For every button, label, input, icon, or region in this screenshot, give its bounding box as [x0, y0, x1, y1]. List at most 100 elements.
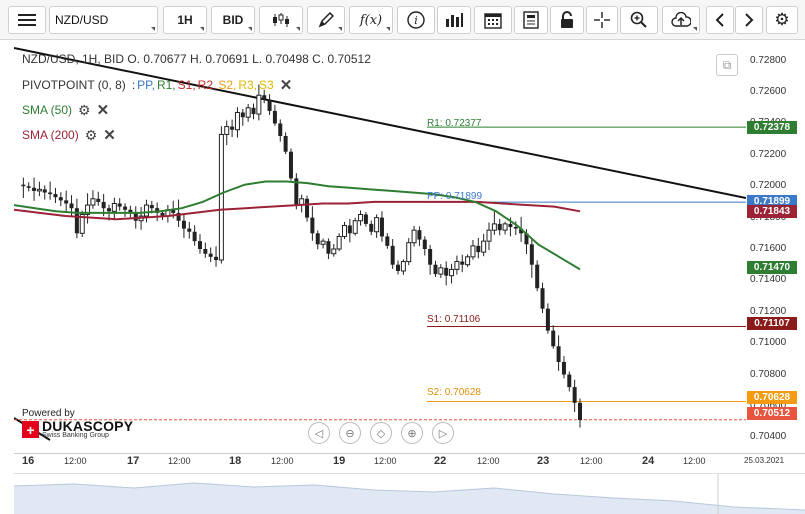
candle-up [465, 256, 471, 266]
candle-up [234, 111, 240, 131]
candle-up [400, 261, 406, 272]
settings-button[interactable]: ⚙ [766, 6, 798, 34]
caret-icon [386, 27, 390, 31]
candle-up [486, 229, 492, 242]
remove-sma50-icon[interactable]: ✕ [97, 101, 110, 119]
pivot-items: : PP, R1, S1, R2, S2, R3, S3 [132, 78, 274, 92]
gear-icon: ⚙ [774, 10, 790, 29]
candle-down [272, 110, 277, 124]
s1-price-tag: 0.71107 [747, 317, 797, 330]
zoom-icon [630, 11, 647, 28]
price-tick: 0.72200 [750, 148, 787, 160]
chart-type-button[interactable] [259, 6, 303, 34]
caret-icon [151, 27, 155, 31]
swiss-cross-icon: + [22, 421, 39, 438]
candle-down [133, 212, 138, 221]
time-tick: 12:00 [580, 456, 603, 466]
chart-area[interactable] [13, 45, 747, 453]
candle-down [460, 261, 465, 265]
candle-down [230, 126, 235, 130]
candle-down [551, 330, 556, 347]
sma200-settings-icon[interactable]: ⚙ [85, 127, 98, 144]
candle-down [497, 223, 502, 231]
candle-down [305, 198, 310, 218]
navigator-preview [13, 474, 805, 514]
fullscreen-button[interactable]: ⧉ [716, 54, 738, 76]
branding[interactable]: Powered by + DUKASCOPY Swiss Banking Gro… [22, 408, 133, 439]
zoom-out-button[interactable]: ⊖ [339, 422, 361, 444]
price-tick: 0.72600 [750, 86, 787, 98]
pivot-name: PIVOTPOINT (0, 8) [22, 78, 126, 92]
candle-up [111, 202, 117, 212]
candle-down [326, 241, 331, 254]
info-button[interactable]: i [397, 6, 435, 34]
candle-up [481, 240, 487, 253]
candle-down [545, 308, 550, 331]
crosshair-icon [594, 12, 610, 28]
dukascopy-logo: + DUKASCOPY Swiss Banking Group [22, 419, 133, 439]
nav-forward-button[interactable]: ▷ [432, 422, 454, 444]
price-tick: 0.72800 [750, 54, 787, 66]
zoom-in-button[interactable]: ⊕ [401, 422, 423, 444]
expand-icon: ⧉ [722, 57, 732, 72]
candle-down [283, 136, 288, 152]
candle-down [267, 99, 272, 111]
sma50-settings-icon[interactable]: ⚙ [78, 102, 91, 119]
lock-button[interactable] [550, 6, 584, 34]
caret-icon [248, 27, 252, 31]
volume-button[interactable] [437, 6, 471, 34]
period-label: 1H [177, 13, 193, 27]
news-button[interactable] [514, 6, 548, 34]
crosshair-button[interactable] [586, 6, 618, 34]
remove-sma200-icon[interactable]: ✕ [103, 126, 116, 144]
toolbar: NZD/USD 1H BID f(x) i ⚙ [0, 0, 805, 40]
navigator[interactable] [13, 473, 805, 514]
candle-down [417, 230, 422, 240]
candle-up [454, 261, 460, 270]
period-select[interactable]: 1H [163, 6, 207, 34]
draw-button[interactable] [307, 6, 345, 34]
zoom-in-icon: ⊕ [407, 427, 417, 440]
candle-down [214, 256, 219, 260]
time-tick: 17 [127, 455, 140, 467]
pivot-r3: R3, [238, 78, 258, 92]
candle-down [567, 374, 572, 388]
time-tick: 12:00 [477, 456, 500, 466]
candle-down [203, 249, 208, 254]
chart-canvas[interactable] [13, 45, 747, 453]
candle-up [491, 223, 497, 231]
candle-down [379, 217, 384, 237]
remove-pivot-icon[interactable]: ✕ [280, 76, 293, 94]
candle-up [449, 268, 455, 277]
nav-back-button[interactable]: ◁ [308, 422, 330, 444]
candle-up [341, 224, 347, 237]
chevron-left-icon [715, 13, 724, 27]
sma200-legend: SMA (200) ⚙ ✕ [22, 126, 116, 145]
ohlc-legend: NZD/USD, 1H, BID O. 0.70677 H. 0.70691 L… [22, 52, 371, 66]
zoom-button[interactable] [620, 6, 658, 34]
candle-down [251, 107, 256, 115]
candle-down [422, 239, 427, 249]
candle-down [117, 203, 122, 207]
time-tick: 23 [537, 455, 550, 467]
s2-price-tag: 0.70628 [747, 391, 797, 404]
indicators-button[interactable]: f(x) [349, 6, 393, 34]
symbol-select[interactable]: NZD/USD [49, 6, 158, 34]
scroll-left-button[interactable] [706, 6, 734, 34]
menu-button[interactable] [8, 6, 46, 34]
price-tick: 0.71200 [750, 305, 787, 317]
calendar-button[interactable] [474, 6, 512, 34]
candle-down [58, 197, 63, 201]
candle-down [476, 245, 481, 253]
scroll-right-button[interactable] [735, 6, 763, 34]
candle-down [385, 236, 390, 246]
upload-button[interactable] [662, 6, 700, 34]
candle-down [561, 361, 566, 375]
candle-down [310, 217, 315, 234]
last-price-tag: 0.70512 [747, 407, 797, 420]
r1-price-tag: 0.72378 [747, 121, 797, 134]
candle-down [428, 249, 433, 265]
fit-button[interactable]: ◇ [370, 422, 392, 444]
chevron-right-icon [745, 13, 754, 27]
side-select[interactable]: BID [211, 6, 255, 34]
